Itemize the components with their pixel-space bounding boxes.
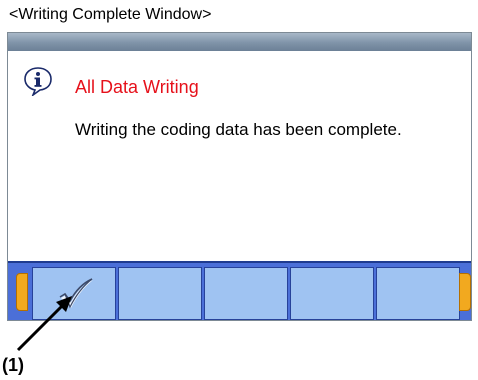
toolbar-right-cap [459,273,471,311]
ok-button[interactable] [32,267,116,320]
info-icon [24,67,52,96]
function-key-5[interactable] [376,267,460,320]
function-key-2[interactable] [118,267,202,320]
function-key-toolbar [8,261,471,320]
callout-label: (1) [2,355,24,375]
function-key-4[interactable] [290,267,374,320]
function-key-3[interactable] [204,267,288,320]
writing-complete-window: All Data Writing Writing the coding data… [7,32,472,321]
toolbar-left-cap [16,273,28,311]
dialog-title: All Data Writing [75,77,199,97]
dialog-message: Writing the coding data has been complet… [75,120,402,139]
figure-caption: <Writing Complete Window> [9,6,212,23]
title-bar [8,33,471,51]
checkmark-icon [59,278,93,309]
